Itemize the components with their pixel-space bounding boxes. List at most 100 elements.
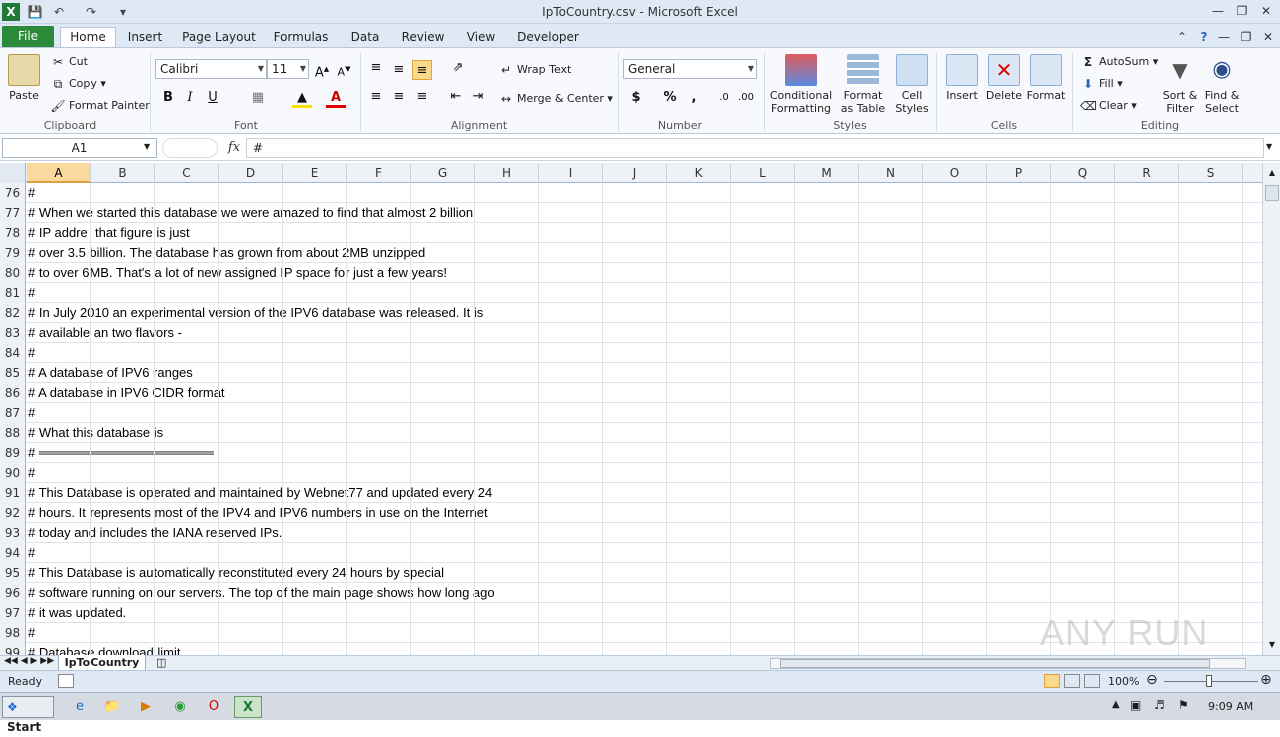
column-header-q[interactable]: Q: [1051, 163, 1115, 183]
tab-home[interactable]: Home: [60, 27, 116, 48]
tab-review[interactable]: Review: [398, 28, 448, 48]
normal-view-icon[interactable]: [1044, 674, 1060, 688]
column-header-o[interactable]: O: [923, 163, 987, 183]
tab-data[interactable]: Data: [344, 28, 386, 48]
row-header[interactable]: 97: [0, 603, 26, 623]
restore-button[interactable]: ❐: [1232, 2, 1252, 20]
cell-a[interactable]: # What this database is: [27, 423, 163, 443]
column-header-b[interactable]: B: [91, 163, 155, 183]
autosum-button[interactable]: Σ AutoSum ▾: [1080, 54, 1158, 70]
row-header[interactable]: 79: [0, 243, 26, 263]
fill-color-button[interactable]: ▲: [292, 88, 312, 108]
tray-expand-icon[interactable]: ▲: [1112, 699, 1120, 710]
expand-formula-icon[interactable]: ▼: [1266, 142, 1272, 151]
font-name-dropdown[interactable]: Calibri ▼: [155, 59, 267, 79]
tab-file[interactable]: File: [2, 26, 54, 47]
column-header-r[interactable]: R: [1115, 163, 1179, 183]
underline-button[interactable]: U: [203, 88, 223, 108]
wrap-text-button[interactable]: ↵ Wrap Text: [498, 62, 571, 78]
new-sheet-icon[interactable]: ◫: [156, 656, 166, 669]
page-break-view-icon[interactable]: [1084, 674, 1100, 688]
cell-a[interactable]: # A database of IPV6 ranges: [27, 363, 193, 383]
tab-developer[interactable]: Developer: [514, 28, 582, 48]
cell-a[interactable]: #: [27, 403, 35, 423]
ie-icon[interactable]: e: [66, 696, 94, 718]
borders-button[interactable]: ▦: [248, 88, 268, 108]
row-header[interactable]: 81: [0, 283, 26, 303]
horizontal-scroll-thumb[interactable]: [780, 659, 1210, 668]
name-box[interactable]: A1: [2, 138, 157, 158]
conditional-formatting-button[interactable]: Conditional Formatting: [768, 54, 834, 115]
decrease-indent-button[interactable]: ⇤: [446, 87, 466, 107]
macro-record-icon[interactable]: [58, 674, 74, 688]
cell-a[interactable]: # IP addre that figure is just: [27, 223, 190, 243]
scroll-down-icon[interactable]: ▼: [1265, 637, 1279, 653]
column-header-j[interactable]: J: [603, 163, 667, 183]
column-header-m[interactable]: M: [795, 163, 859, 183]
zoom-slider-thumb[interactable]: [1206, 675, 1212, 687]
help-icon[interactable]: ?: [1194, 28, 1214, 46]
row-header[interactable]: 91: [0, 483, 26, 503]
row-header[interactable]: 89: [0, 443, 26, 463]
paste-button[interactable]: Paste: [6, 54, 42, 102]
column-header-c[interactable]: C: [155, 163, 219, 183]
row-header[interactable]: 82: [0, 303, 26, 323]
doc-restore-button[interactable]: ❐: [1236, 28, 1256, 46]
bold-button[interactable]: B: [158, 88, 178, 108]
opera-icon[interactable]: O: [200, 696, 228, 718]
cell-a[interactable]: # hours. It represents most of the IPV4 …: [27, 503, 488, 523]
align-middle-button[interactable]: ≡: [389, 60, 409, 80]
row-header[interactable]: 88: [0, 423, 26, 443]
cell-a[interactable]: #: [27, 543, 35, 563]
decrease-decimal-button[interactable]: .00: [736, 88, 756, 108]
row-header[interactable]: 83: [0, 323, 26, 343]
zoom-out-icon[interactable]: ⊖: [1146, 672, 1158, 688]
shrink-font-button[interactable]: A▼: [334, 59, 354, 79]
cell-a[interactable]: # This Database is operated and maintain…: [27, 483, 492, 503]
network-tray-icon[interactable]: ▣: [1130, 698, 1141, 712]
start-button[interactable]: ❖ Start: [2, 696, 54, 734]
column-header-n[interactable]: N: [859, 163, 923, 183]
zoom-in-icon[interactable]: ⊕: [1260, 672, 1272, 688]
cell-a[interactable]: # available an two flavors -: [27, 323, 182, 343]
close-button[interactable]: ✕: [1256, 2, 1276, 20]
minimize-button[interactable]: —: [1208, 2, 1228, 20]
tab-formulas[interactable]: Formulas: [270, 28, 332, 48]
row-header[interactable]: 95: [0, 563, 26, 583]
cell-a[interactable]: # When we started this database we were …: [27, 203, 473, 223]
increase-indent-button[interactable]: ⇥: [468, 87, 488, 107]
formula-bar-handle[interactable]: [162, 138, 218, 158]
align-top-button[interactable]: ≡: [366, 58, 386, 78]
worksheet-grid[interactable]: ABCDEFGHIJKLMNOPQRS 76 #77 # When we start…: [0, 163, 1262, 655]
cut-button[interactable]: ✂ Cut: [50, 54, 88, 70]
flag-tray-icon[interactable]: ⚑: [1178, 698, 1189, 712]
row-header[interactable]: 76: [0, 183, 26, 203]
cell-a[interactable]: # over 3.5 billion. The database has gro…: [27, 243, 425, 263]
insert-function-button[interactable]: fx: [222, 138, 246, 158]
format-as-table-button[interactable]: Format as Table: [838, 54, 888, 115]
copy-button[interactable]: ⧉ Copy ▾: [50, 76, 106, 92]
format-cells-button[interactable]: Format: [1026, 54, 1066, 102]
format-painter-button[interactable]: 🖌 Format Painter: [50, 98, 149, 114]
doc-close-button[interactable]: ✕: [1258, 28, 1278, 46]
number-format-dropdown[interactable]: General ▼: [623, 59, 757, 79]
column-header-f[interactable]: F: [347, 163, 411, 183]
row-header[interactable]: 84: [0, 343, 26, 363]
row-header[interactable]: 90: [0, 463, 26, 483]
fill-button[interactable]: ⬇ Fill ▾: [1080, 76, 1123, 92]
merge-center-button[interactable]: ↔ Merge & Center ▾: [498, 91, 613, 107]
cell-a[interactable]: #: [27, 183, 35, 203]
align-left-button[interactable]: ≡: [366, 87, 386, 107]
scroll-thumb[interactable]: [1265, 185, 1279, 201]
cell-a[interactable]: #: [27, 623, 35, 643]
sheet-nav-icons[interactable]: ◀◀ ◀ ▶ ▶▶: [4, 656, 54, 666]
align-right-button[interactable]: ≡: [412, 87, 432, 107]
cell-a[interactable]: # In July 2010 an experimental version o…: [27, 303, 483, 323]
row-header[interactable]: 78: [0, 223, 26, 243]
orientation-button[interactable]: ⇗: [448, 58, 468, 78]
excel-taskbar-icon[interactable]: X: [234, 696, 262, 718]
row-header[interactable]: 80: [0, 263, 26, 283]
vertical-scrollbar[interactable]: ▲ ▼: [1262, 163, 1280, 655]
sheet-tab-iptocountry[interactable]: IpToCountry: [58, 655, 146, 671]
tab-view[interactable]: View: [460, 28, 502, 48]
